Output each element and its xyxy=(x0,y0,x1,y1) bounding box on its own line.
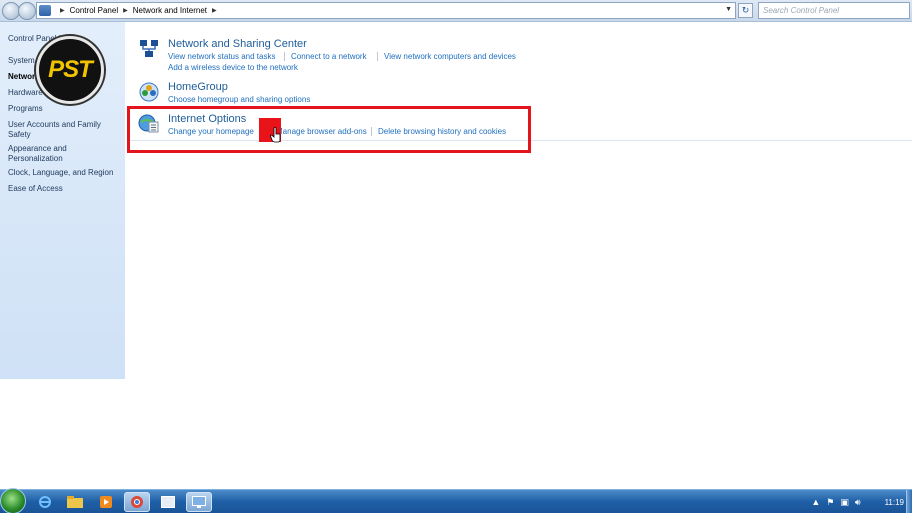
connect-to-network-link[interactable]: Connect to a network xyxy=(291,52,367,61)
control-panel-icon xyxy=(39,5,51,16)
chevron-down-icon[interactable]: ▼ xyxy=(725,6,732,13)
homegroup-icon xyxy=(139,82,159,102)
homegroup-title[interactable]: HomeGroup xyxy=(168,81,228,93)
address-bar: ▶ Control Panel ▶ Network and Internet ▶… xyxy=(0,0,912,22)
search-input[interactable]: Search Control Panel xyxy=(758,2,910,19)
start-button[interactable] xyxy=(0,488,26,513)
sidebar-item-appearance[interactable]: Appearance and xyxy=(8,144,67,154)
breadcrumb-network-and-internet[interactable]: Network and Internet xyxy=(133,6,207,15)
control-panel-taskbar-icon[interactable] xyxy=(186,492,212,512)
breadcrumb[interactable]: ▶ Control Panel ▶ Network and Internet ▶… xyxy=(36,2,736,19)
sidebar-item-user-accounts-line2[interactable]: Safety xyxy=(8,130,31,140)
control-panel-window: ▶ Control Panel ▶ Network and Internet ▶… xyxy=(0,0,912,513)
chrome-icon[interactable] xyxy=(124,492,150,512)
volume-icon[interactable]: 🔊︎ xyxy=(855,497,861,508)
sidebar-item-clock-language-region[interactable]: Clock, Language, and Region xyxy=(8,168,113,178)
file-explorer-icon[interactable] xyxy=(62,492,88,512)
highlight-box xyxy=(127,106,531,153)
show-hidden-icons-icon[interactable]: ▲ xyxy=(811,497,820,507)
hand-cursor-icon xyxy=(270,127,281,143)
forward-button[interactable] xyxy=(18,2,36,20)
view-network-status-link[interactable]: View network status and tasks xyxy=(168,52,275,61)
network-tray-icon[interactable]: ▣ xyxy=(840,497,849,508)
system-tray: ▲ ⚑ ▣ 🔊︎ 11:19 xyxy=(811,490,912,513)
refresh-button[interactable]: ↻ xyxy=(738,3,753,18)
pst-logo: PST xyxy=(36,36,104,104)
show-desktop-button[interactable] xyxy=(906,490,912,513)
breadcrumb-control-panel[interactable]: Control Panel xyxy=(70,6,118,15)
link-divider xyxy=(284,52,285,61)
internet-explorer-icon[interactable] xyxy=(32,492,58,512)
sidebar-item-programs[interactable]: Programs xyxy=(8,104,43,114)
flag-icon[interactable]: ⚑ xyxy=(826,497,834,508)
chevron-right-icon: ▶ xyxy=(123,8,128,14)
chevron-right-icon: ▶ xyxy=(212,8,217,14)
network-icon xyxy=(140,40,158,57)
window-icon[interactable] xyxy=(155,492,181,512)
taskbar: ▲ ⚑ ▣ 🔊︎ 11:19 xyxy=(0,488,912,513)
media-player-icon[interactable] xyxy=(93,492,119,512)
sidebar-item-user-accounts[interactable]: User Accounts and Family xyxy=(8,120,101,130)
sidebar-item-appearance-line2[interactable]: Personalization xyxy=(8,154,63,164)
homegroup-sharing-options-link[interactable]: Choose homegroup and sharing options xyxy=(168,95,310,104)
link-divider xyxy=(377,52,378,61)
chevron-right-icon: ▶ xyxy=(60,8,65,14)
network-and-sharing-center-title[interactable]: Network and Sharing Center xyxy=(168,38,307,50)
view-network-computers-link[interactable]: View network computers and devices xyxy=(384,52,516,61)
sidebar-item-ease-of-access[interactable]: Ease of Access xyxy=(8,184,63,194)
add-wireless-device-link[interactable]: Add a wireless device to the network xyxy=(168,63,298,72)
clock[interactable]: 11:19 xyxy=(885,498,904,507)
